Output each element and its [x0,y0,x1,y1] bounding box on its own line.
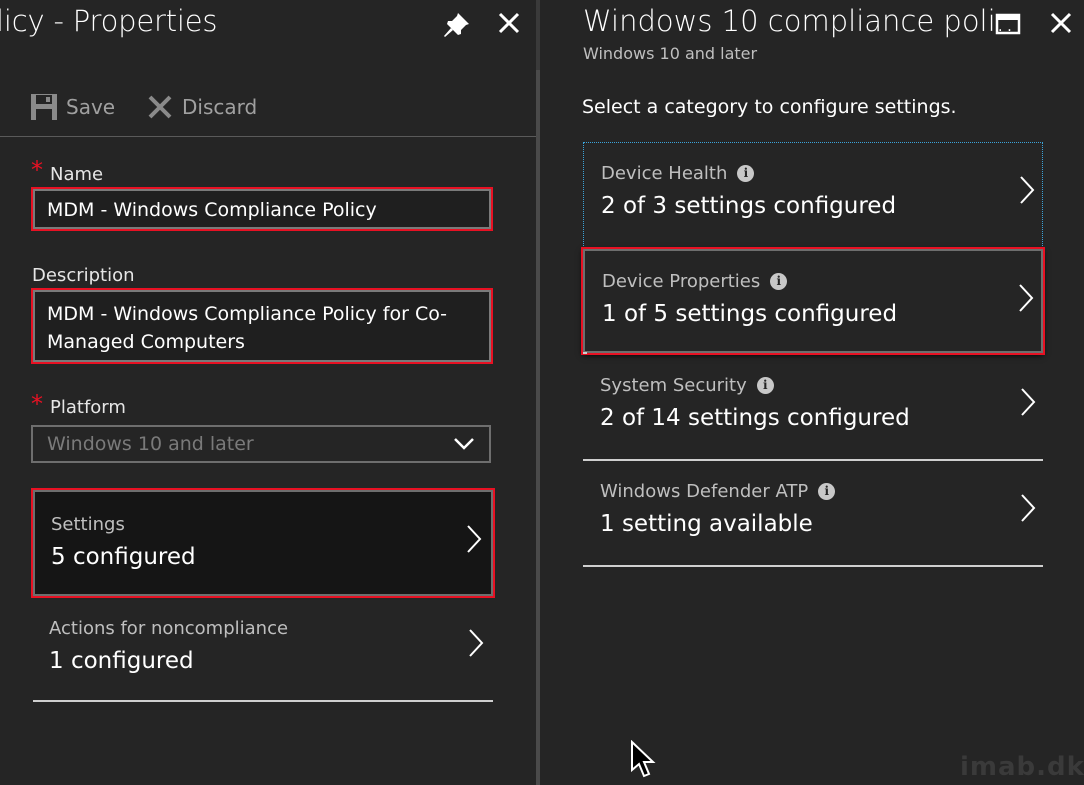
required-marker: * [31,156,43,184]
mouse-cursor-icon [630,739,656,782]
category-system-security[interactable]: System Security i 2 of 14 settings confi… [583,355,1043,461]
blade-title: Windows 10 compliance poli... [583,4,1024,38]
category-title-row: System Security i [600,375,774,396]
actions-summary: 1 configured [49,648,194,674]
save-button[interactable]: Save [30,90,115,124]
watermark: imab.dk [960,752,1084,782]
category-title-row: Windows Defender ATP i [600,481,836,502]
close-icon[interactable] [1046,8,1076,38]
description-label: Description [32,265,135,286]
actions-title: Actions for noncompliance [49,618,289,639]
category-summary: 2 of 3 settings configured [601,193,897,219]
name-input[interactable]: MDM - Windows Compliance Policy [31,187,493,231]
instruction-text: Select a category to configure settings. [582,96,957,118]
chevron-right-icon [1021,388,1036,416]
description-input[interactable]: MDM - Windows Compliance Policy for Co-M… [31,288,493,364]
discard-label: Discard [182,95,258,119]
settings-summary: 5 configured [51,544,196,570]
platform-label: Platform [50,397,126,418]
settings-title: Settings [51,514,125,535]
category-title-row: Device Health i [601,163,755,184]
category-summary: 1 of 5 settings configured [602,301,898,327]
discard-icon [148,95,172,119]
settings-nav-item[interactable]: Settings 5 configured [31,488,495,598]
category-windows-defender-atp[interactable]: Windows Defender ATP i 1 setting availab… [583,461,1043,567]
platform-dropdown[interactable]: Windows 10 and later [31,425,491,463]
category-title: System Security [600,375,747,396]
actions-noncompliance-nav-item[interactable]: Actions for noncompliance 1 configured [33,596,493,702]
chevron-right-icon [1020,176,1035,204]
info-icon[interactable]: i [756,377,774,394]
chevron-down-icon [454,438,474,450]
chevron-right-icon [1019,284,1034,312]
chevron-right-icon [1021,494,1036,522]
category-title: Device Health [601,163,728,184]
pin-icon[interactable] [440,10,472,40]
info-icon[interactable]: i [770,273,788,290]
info-icon[interactable]: i [737,165,755,182]
category-title: Device Properties [602,271,761,292]
blade-subtitle: Windows 10 and later [583,44,758,63]
divider [583,352,587,354]
save-icon [31,94,57,120]
category-device-properties[interactable]: Device Properties i 1 of 5 settings conf… [581,247,1045,355]
close-icon[interactable] [494,8,524,38]
compliance-policy-blade: Windows 10 compliance poli... Windows 10… [540,0,1084,785]
name-label: Name [50,164,104,185]
category-device-health[interactable]: Device Health i 2 of 3 settings configur… [583,142,1043,248]
platform-selected-value: Windows 10 and later [47,433,254,455]
toolbar-divider [0,136,536,137]
save-label: Save [66,95,116,119]
category-summary: 2 of 14 settings configured [600,405,910,431]
discard-button[interactable]: Discard [146,90,257,124]
info-icon[interactable]: i [818,483,836,500]
category-title-row: Device Properties i [602,271,788,292]
category-title: Windows Defender ATP [600,481,809,502]
blade-title: licy - Properties [0,4,218,38]
maximize-icon[interactable] [994,10,1022,38]
properties-blade: licy - Properties Save Discard * Name MD… [0,0,536,785]
chevron-right-icon [467,525,482,553]
category-summary: 1 setting available [600,511,813,537]
required-marker: * [31,390,43,418]
chevron-right-icon [469,629,484,657]
